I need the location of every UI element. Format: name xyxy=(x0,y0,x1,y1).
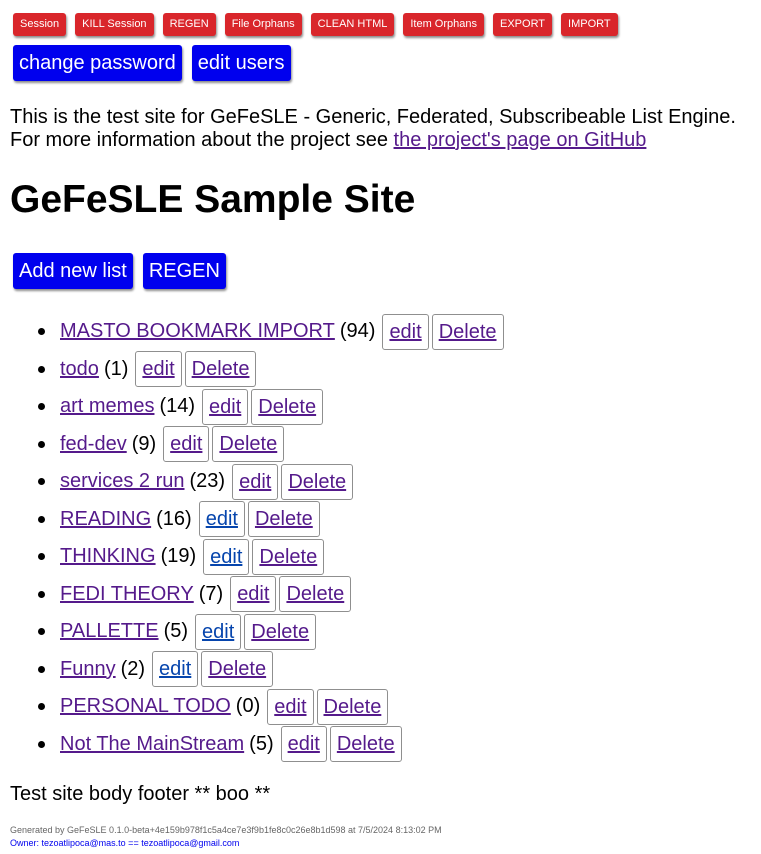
list-item: Not The MainStream (5) edit Delete xyxy=(0,726,504,764)
list-item: FEDI THEORY (7) edit Delete xyxy=(0,576,504,614)
list-count: (1) xyxy=(103,357,129,380)
edit-list-button[interactable]: edit xyxy=(195,613,242,650)
delete-list-button[interactable]: Delete xyxy=(281,463,354,500)
edit-users-button[interactable]: edit users xyxy=(191,45,291,81)
list-item: THINKING (19) edit Delete xyxy=(0,538,504,576)
page-title: GeFeSLE Sample Site xyxy=(10,178,416,221)
item-orphans-button[interactable]: Item Orphans xyxy=(403,13,484,36)
list-count: (14) xyxy=(159,395,196,418)
list-count: (7) xyxy=(198,582,224,605)
list-link[interactable]: PERSONAL TODO xyxy=(60,695,231,718)
list-link[interactable]: fed-dev xyxy=(60,433,127,456)
regen-admin-button[interactable]: REGEN xyxy=(162,13,216,36)
list-item: Funny (2) edit Delete xyxy=(0,651,504,689)
delete-list-button[interactable]: Delete xyxy=(431,313,504,350)
list-count: (5) xyxy=(163,620,189,643)
edit-list-button[interactable]: edit xyxy=(135,351,182,388)
list-count: (2) xyxy=(120,657,146,680)
list-link[interactable]: Funny xyxy=(60,658,116,681)
list-item: READING (16) edit Delete xyxy=(0,501,504,539)
delete-list-button[interactable]: Delete xyxy=(244,613,317,650)
delete-list-button[interactable]: Delete xyxy=(316,688,389,725)
list-link[interactable]: services 2 run xyxy=(60,470,185,493)
file-orphans-button[interactable]: File Orphans xyxy=(224,13,302,36)
intro-line-2-prefix: For more information about the project s… xyxy=(10,129,394,151)
list-link[interactable]: THINKING xyxy=(60,545,156,568)
edit-list-button[interactable]: edit xyxy=(163,426,210,463)
bullet-icon xyxy=(38,365,45,373)
list-link[interactable]: PALLETTE xyxy=(60,620,159,643)
delete-list-button[interactable]: Delete xyxy=(252,538,325,575)
delete-list-button[interactable]: Delete xyxy=(329,726,402,763)
owner-info: Owner: tezoatlipoca@mas.to == tezoatlipo… xyxy=(10,838,240,848)
bullet-icon xyxy=(38,590,45,598)
bullet-icon xyxy=(38,440,45,448)
list-count: (0) xyxy=(235,695,261,718)
delete-list-button[interactable]: Delete xyxy=(279,576,352,613)
list-item: PALLETTE (5) edit Delete xyxy=(0,613,504,651)
list-count: (16) xyxy=(156,507,192,530)
export-button[interactable]: EXPORT xyxy=(493,13,553,36)
session-button[interactable]: Session xyxy=(13,13,67,36)
kill-session-button[interactable]: KILL Session xyxy=(75,13,154,36)
intro-line-2: For more information about the project s… xyxy=(10,129,736,152)
generated-by: Generated by GeFeSLE 0.1.0-beta+4e159b97… xyxy=(10,825,442,835)
list-count: (94) xyxy=(339,320,376,343)
list-item: art memes (14) edit Delete xyxy=(0,388,504,426)
list-count: (23) xyxy=(189,470,226,493)
edit-list-button[interactable]: edit xyxy=(152,651,199,688)
edit-list-button[interactable]: edit xyxy=(203,538,250,575)
edit-list-button[interactable]: edit xyxy=(267,688,314,725)
delete-list-button[interactable]: Delete xyxy=(212,426,285,463)
bullet-icon xyxy=(38,703,45,710)
list-link[interactable]: FEDI THEORY xyxy=(60,583,194,606)
bullet-icon xyxy=(38,553,45,560)
list-item: MASTO BOOKMARK IMPORT (94) edit Delete xyxy=(0,313,504,351)
bullet-icon xyxy=(38,328,45,335)
regen-button[interactable]: REGEN xyxy=(142,253,226,289)
list-item: services 2 run (23) edit Delete xyxy=(0,463,504,501)
import-button[interactable]: IMPORT xyxy=(561,13,618,36)
intro-text: This is the test site for GeFeSLE - Gene… xyxy=(10,106,736,152)
bullet-icon xyxy=(38,665,45,673)
github-project-link[interactable]: the project's page on GitHub xyxy=(394,129,647,151)
change-password-button[interactable]: change password xyxy=(13,45,182,81)
delete-list-button[interactable]: Delete xyxy=(201,651,274,688)
body-footer: Test site body footer ** boo ** xyxy=(10,783,271,805)
list-link[interactable]: MASTO BOOKMARK IMPORT xyxy=(60,320,335,343)
list-count: (9) xyxy=(131,432,157,455)
list-link[interactable]: art memes xyxy=(60,395,154,418)
list-link[interactable]: todo xyxy=(60,358,99,381)
edit-list-button[interactable]: edit xyxy=(232,463,279,500)
edit-list-button[interactable]: edit xyxy=(198,501,245,538)
edit-list-button[interactable]: edit xyxy=(280,726,327,763)
edit-list-button[interactable]: edit xyxy=(382,313,429,350)
delete-list-button[interactable]: Delete xyxy=(184,351,257,388)
bullet-icon xyxy=(38,740,45,748)
bullet-icon xyxy=(38,478,45,485)
bullet-icon xyxy=(38,628,45,635)
delete-list-button[interactable]: Delete xyxy=(247,501,320,538)
list-link[interactable]: Not The MainStream xyxy=(60,733,244,756)
clean-html-button[interactable]: CLEAN HTML xyxy=(310,13,395,36)
list-count: (5) xyxy=(249,732,274,755)
bullet-icon xyxy=(38,403,45,410)
bullet-icon xyxy=(38,515,45,523)
list-count: (19) xyxy=(160,545,197,568)
edit-list-button[interactable]: edit xyxy=(202,388,249,425)
intro-line-1: This is the test site for GeFeSLE - Gene… xyxy=(10,106,736,128)
list-item: PERSONAL TODO (0) edit Delete xyxy=(0,688,504,726)
list-actions: Add new list REGEN xyxy=(13,253,236,289)
list-item: todo (1) edit Delete xyxy=(0,351,504,389)
edit-list-button[interactable]: edit xyxy=(230,576,277,613)
add-new-list-button[interactable]: Add new list xyxy=(13,253,133,289)
list-item: fed-dev (9) edit Delete xyxy=(0,426,504,464)
list-link[interactable]: READING xyxy=(60,508,151,531)
delete-list-button[interactable]: Delete xyxy=(251,388,324,425)
user-toolbar: change password edit users xyxy=(13,45,301,81)
lists: MASTO BOOKMARK IMPORT (94) edit Delete todo(… xyxy=(0,313,504,763)
admin-toolbar: Session KILL Session REGEN File Orphans … xyxy=(13,13,627,36)
